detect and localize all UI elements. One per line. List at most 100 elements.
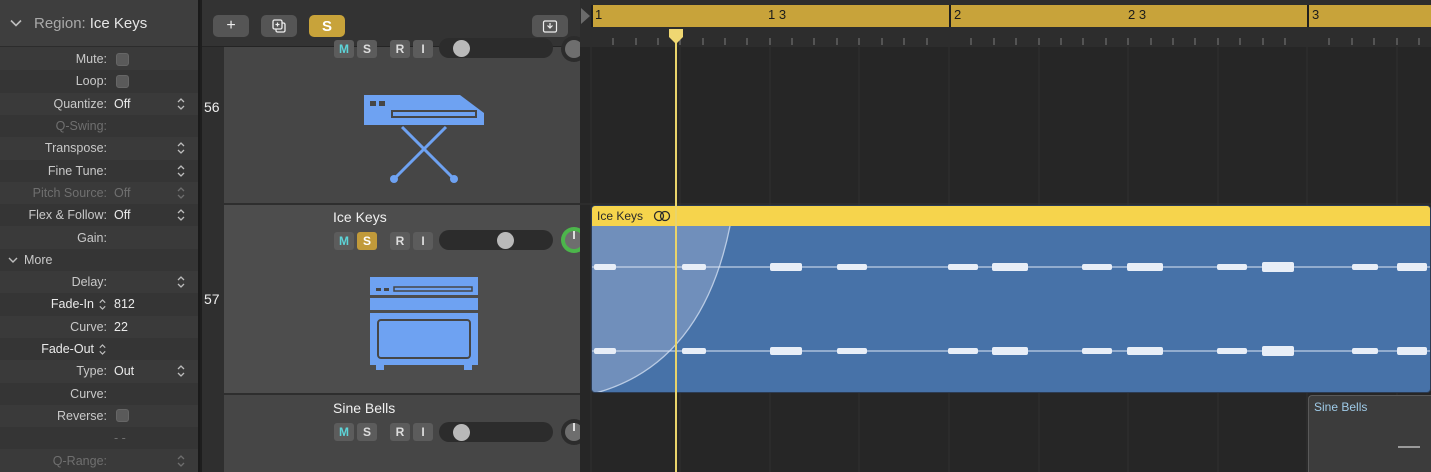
- region-header-bar[interactable]: Ice Keys: [592, 206, 1430, 226]
- record-button[interactable]: R: [390, 423, 410, 441]
- duplicate-track-button[interactable]: [261, 15, 297, 37]
- transpose-row[interactable]: Transpose:: [0, 137, 198, 159]
- type-label: Type:: [76, 364, 107, 379]
- track-header-57[interactable]: Ice Keys M S R I: [224, 205, 587, 395]
- pitchsource-label: Pitch Source:: [32, 185, 107, 200]
- mute-button[interactable]: M: [334, 423, 354, 441]
- region-name: Ice Keys: [89, 14, 148, 32]
- global-solo-button[interactable]: S: [309, 15, 345, 37]
- quantize-label: Quantize:: [53, 96, 107, 111]
- solo-button[interactable]: S: [357, 232, 377, 250]
- chevron-down-icon[interactable]: [10, 17, 22, 29]
- record-button[interactable]: R: [390, 232, 410, 250]
- input-monitor-button[interactable]: I: [413, 40, 433, 58]
- volume-fader[interactable]: [439, 422, 553, 442]
- stepper-icon[interactable]: [176, 275, 186, 289]
- reverse-row: Reverse:: [0, 405, 198, 427]
- region-title: Sine Bells: [1314, 400, 1368, 414]
- reverse-checkbox[interactable]: [116, 409, 129, 423]
- reverse-label: Reverse:: [56, 408, 107, 423]
- stepper-icon[interactable]: [176, 364, 186, 378]
- fadeout-row[interactable]: Fade-Out: [0, 337, 198, 361]
- dashes-text: - -: [114, 431, 126, 446]
- stepper-icon[interactable]: [98, 343, 107, 356]
- region-sine-bells[interactable]: Sine Bells: [1308, 395, 1431, 472]
- ruler-label: 1: [595, 7, 603, 22]
- volume-fader[interactable]: [439, 38, 553, 58]
- dashes-row: - -: [0, 427, 198, 450]
- qrange-label: Q-Range:: [52, 453, 107, 468]
- bar-line: [1307, 5, 1309, 27]
- fadein-value[interactable]: 812: [114, 297, 135, 311]
- fader-knob[interactable]: [453, 424, 470, 441]
- fadein-label[interactable]: Fade-In: [51, 297, 107, 311]
- fadein-row[interactable]: Fade-In 812: [0, 293, 198, 316]
- flexfollow-row[interactable]: Flex & Follow: Off: [0, 204, 198, 227]
- input-monitor-button[interactable]: I: [413, 232, 433, 250]
- fader-knob[interactable]: [453, 40, 470, 57]
- download-tray-icon: [542, 20, 558, 33]
- fadeout-text: Fade-Out: [41, 342, 94, 357]
- pitchsource-value: Off: [114, 185, 131, 200]
- chevron-down-icon[interactable]: [8, 255, 18, 265]
- type-value[interactable]: Out: [114, 364, 134, 378]
- loop-checkbox[interactable]: [116, 74, 129, 88]
- region-label: Region:: [34, 14, 86, 32]
- pan-indicator: [573, 423, 575, 431]
- delay-row[interactable]: Delay:: [0, 271, 198, 293]
- more-disclosure[interactable]: More: [0, 248, 198, 271]
- download-button[interactable]: [532, 15, 568, 37]
- solo-button[interactable]: S: [357, 40, 377, 58]
- playhead-line[interactable]: [675, 40, 677, 472]
- fadeout-label[interactable]: Fade-Out: [41, 342, 107, 356]
- track-header-56[interactable]: M S R I: [224, 36, 587, 205]
- finetune-row[interactable]: Fine Tune:: [0, 159, 198, 182]
- stepper-icon: [177, 187, 185, 199]
- curve-row[interactable]: Curve: 22: [0, 316, 198, 338]
- curve-value[interactable]: 22: [114, 320, 128, 334]
- solo-button[interactable]: S: [357, 423, 377, 441]
- quantize-value[interactable]: Off: [114, 97, 130, 111]
- curve-label: Curve:: [70, 319, 107, 334]
- add-track-button[interactable]: +: [213, 15, 249, 37]
- ruler-label: 1 3: [768, 7, 787, 22]
- curve2-label: Curve:: [70, 386, 107, 401]
- track-number-57: 57: [204, 291, 220, 307]
- region-header[interactable]: Region: Ice Keys: [0, 0, 198, 47]
- track-header-sine-bells[interactable]: Sine Bells M S R I: [224, 395, 587, 472]
- mute-checkbox[interactable]: [116, 52, 129, 66]
- region-note-line: [1398, 446, 1420, 448]
- stepper-icon[interactable]: [98, 298, 107, 311]
- curve2-row[interactable]: Curve:: [0, 382, 198, 405]
- amplifier-icon: [370, 277, 478, 370]
- stepper-icon: [177, 454, 185, 467]
- audio-region-ice-keys[interactable]: Ice Keys: [591, 205, 1431, 393]
- fader-knob[interactable]: [497, 232, 514, 249]
- track-name[interactable]: Ice Keys: [333, 209, 387, 225]
- mute-button[interactable]: M: [334, 40, 354, 58]
- stepper-icon[interactable]: [176, 164, 186, 178]
- stepper-icon[interactable]: [176, 208, 186, 222]
- keyboard-stand-icon: [364, 95, 484, 183]
- arrange-area[interactable]: 1 1 3 2 2 3 3 Ice Keys Sine Bells: [580, 0, 1431, 472]
- flexfollow-value[interactable]: Off: [114, 208, 130, 222]
- track-headers: + S 56 M S R I 57 Ice Keys M S R I Sine …: [202, 0, 587, 472]
- timeline-ruler[interactable]: 1 1 3 2 2 3 3: [580, 0, 1431, 47]
- track-name[interactable]: Sine Bells: [333, 400, 395, 416]
- stepper-icon[interactable]: [176, 141, 186, 155]
- input-monitor-button[interactable]: I: [413, 423, 433, 441]
- volume-fader[interactable]: [439, 230, 553, 250]
- type-row[interactable]: Type: Out: [0, 360, 198, 382]
- finetune-label: Fine Tune:: [47, 163, 107, 178]
- gain-row[interactable]: Gain:: [0, 226, 198, 248]
- cycle-bar[interactable]: [592, 5, 1431, 27]
- quantize-row[interactable]: Quantize: Off: [0, 93, 198, 115]
- playhead-icon[interactable]: [667, 27, 685, 45]
- record-button[interactable]: R: [390, 40, 410, 58]
- flexfollow-label: Flex & Follow:: [28, 208, 108, 223]
- stepper-icon[interactable]: [176, 97, 186, 111]
- mute-button[interactable]: M: [334, 232, 354, 250]
